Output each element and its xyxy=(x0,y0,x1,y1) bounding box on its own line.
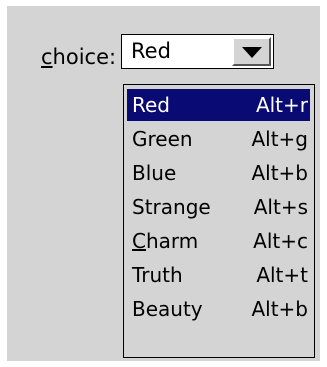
menu-item-accelerator: Alt+g xyxy=(251,127,308,151)
menu-item-beauty[interactable]: Beauty Alt+b xyxy=(127,293,310,325)
menu-item-blue[interactable]: Blue Alt+b xyxy=(127,157,310,189)
dropdown-button[interactable] xyxy=(232,37,271,66)
menu-item-accelerator: Alt+b xyxy=(251,297,308,321)
menu-item-accelerator: Alt+r xyxy=(255,93,308,117)
menu-item-label: Blue xyxy=(132,161,177,185)
menu-item-green[interactable]: Green Alt+g xyxy=(127,123,310,155)
menu-item-accelerator: Alt+b xyxy=(251,161,308,185)
menu-item-label-rest: harm xyxy=(145,229,199,253)
menu-item-charm[interactable]: Charm Alt+c xyxy=(127,225,310,257)
menu-item-accelerator: Alt+s xyxy=(253,195,308,219)
menu-item-accelerator: Alt+c xyxy=(253,229,308,253)
dropdown-menu: Red Alt+r Green Alt+g Blue Alt+b Strange… xyxy=(123,84,315,358)
choice-label-text: hoice: xyxy=(52,45,117,69)
menu-item-label: Charm xyxy=(132,225,198,257)
menu-item-label: Strange xyxy=(132,195,211,219)
menu-item-red[interactable]: Red Alt+r xyxy=(127,89,310,121)
menu-item-mnemonic: C xyxy=(132,229,146,253)
menu-item-label: Beauty xyxy=(132,297,203,321)
menu-item-label: Red xyxy=(132,93,170,117)
menu-item-label: Green xyxy=(132,127,193,151)
triangle-down-icon xyxy=(242,47,262,58)
choice-label: choice: xyxy=(41,43,116,71)
menu-item-label: Truth xyxy=(132,263,183,287)
choice-label-mnemonic: c xyxy=(41,45,53,69)
choice-combobox[interactable]: Red xyxy=(121,34,274,69)
combobox-value: Red xyxy=(131,39,171,63)
menu-item-truth[interactable]: Truth Alt+t xyxy=(127,259,310,291)
menu-item-strange[interactable]: Strange Alt+s xyxy=(127,191,310,223)
menu-item-accelerator: Alt+t xyxy=(256,263,308,287)
